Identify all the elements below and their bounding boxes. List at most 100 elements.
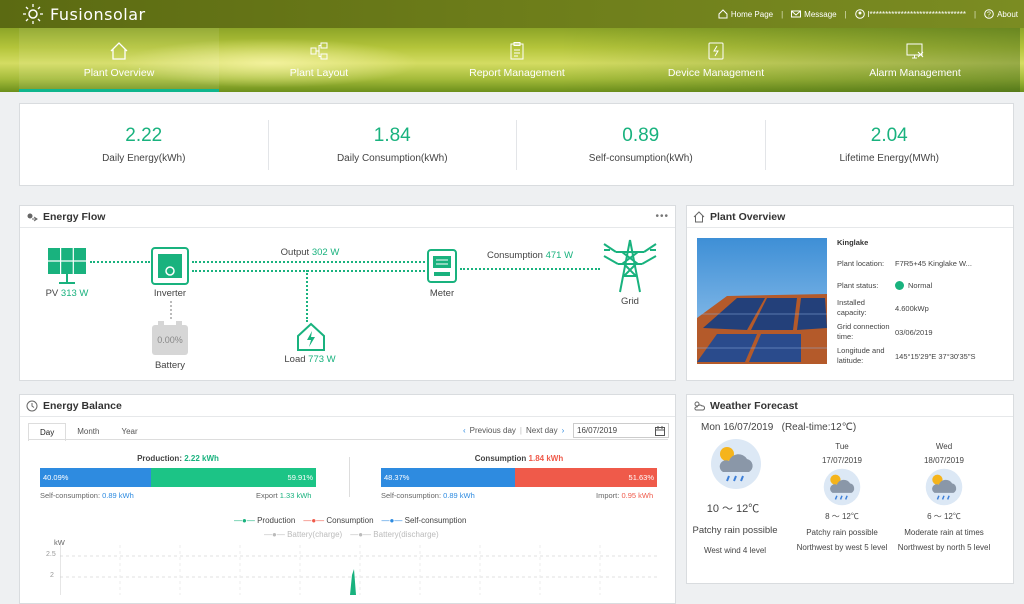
help-icon: ?: [984, 9, 994, 19]
divider: |: [974, 9, 977, 19]
pv-inverter-line: [90, 261, 150, 263]
meter-label: Meter: [429, 288, 455, 299]
svg-text:?: ?: [987, 12, 991, 19]
consumption-import-segment: 51.63%: [514, 468, 657, 487]
legend-battery-charge[interactable]: —●— Battery(charge): [264, 530, 342, 539]
date-nav: ‹ Previous day | Next day ›: [463, 426, 564, 435]
consumption-flow: Consumption 471 W: [486, 250, 574, 261]
plant-location: F7R5+45 Kinglake W...: [895, 259, 972, 268]
consumption-heading: Consumption 1.84 kWh: [474, 454, 564, 463]
next-day-button[interactable]: Next day: [526, 426, 558, 435]
today-wind: West wind 4 level: [703, 546, 767, 555]
grid-tower-icon: [603, 239, 657, 293]
home-icon: [110, 42, 128, 60]
message-link[interactable]: Message: [791, 9, 837, 19]
tab-alarm-management[interactable]: Alarm Management: [815, 28, 1015, 92]
kpi-daily-consumption: 1.84 Daily Consumption(kWh): [269, 119, 517, 170]
y-tick-2-5: 2.5: [46, 551, 56, 558]
forecast-day: Wed: [935, 442, 953, 451]
divider: |: [519, 426, 522, 435]
forecast-wind: Northwest by west 5 level: [796, 543, 888, 552]
y-tick-2: 2: [50, 572, 54, 579]
calendar-icon: [655, 426, 665, 436]
chart-legend: —●— Production —●— Consumption —●— Self-…: [234, 516, 466, 525]
more-options-icon[interactable]: •••: [655, 211, 669, 222]
legend-production[interactable]: —●— Production: [234, 516, 295, 525]
production-export-segment: 59.91%: [150, 468, 316, 487]
inverter-icon: [151, 247, 189, 285]
output-line-bottom: [192, 270, 425, 272]
legend-self-consumption[interactable]: —●— Self-consumption: [382, 516, 467, 525]
legend-marker: —●—: [234, 516, 255, 525]
previous-day-button[interactable]: Previous day: [470, 426, 516, 435]
legend-battery-discharge[interactable]: —●— Battery(discharge): [350, 530, 438, 539]
device-icon: [708, 42, 724, 60]
plant-overview-header: Plant Overview: [687, 206, 1013, 228]
production-bar: 40.09% 59.91%: [40, 468, 316, 487]
date-picker[interactable]: 16/07/2019: [573, 423, 669, 438]
plant-name: Kinglake: [837, 238, 869, 247]
chart-legend-battery: —●— Battery(charge) —●— Battery(discharg…: [264, 530, 439, 539]
user-menu[interactable]: l*******************************: [854, 9, 966, 19]
forecast-description: Moderate rain at times: [904, 528, 984, 537]
chevron-left-icon: ‹: [463, 426, 466, 435]
pv-node: PV 313 W: [45, 288, 89, 299]
weather-header: Weather Forecast: [687, 395, 1013, 417]
plant-status: Normal: [908, 281, 933, 290]
installed-capacity: 4.600kWp: [895, 303, 929, 313]
forecast-date: 18/07/2019: [923, 456, 965, 465]
kpi-panel: 2.22 Daily Energy(kWh) 1.84 Daily Consumpt…: [19, 103, 1014, 186]
tab-report-management[interactable]: Report Management: [417, 28, 617, 92]
home-page-link[interactable]: Home Page: [718, 9, 773, 19]
report-icon: [510, 42, 524, 60]
inverter-label: Inverter: [153, 288, 187, 299]
sun-logo-icon: [23, 4, 43, 24]
patchy-rain-icon: [711, 439, 761, 489]
legend-marker: —●—: [303, 516, 325, 525]
about-link[interactable]: ? About: [984, 9, 1018, 19]
logo[interactable]: Fusionsolar: [22, 3, 146, 25]
legend-marker: —●—: [350, 530, 372, 539]
clock-icon: [26, 400, 38, 411]
consumption-self-consumption: Self-consumption: 0.89 kWh: [381, 491, 475, 500]
longitude-latitude: 145°15'29"E 37°30'35"S: [895, 351, 976, 361]
battery-percentage: 0.00%: [157, 335, 183, 345]
tab-plant-overview[interactable]: Plant Overview: [19, 28, 219, 92]
plant-details: Kinglake Plant location: F7R5+45 Kinglake…: [837, 238, 1007, 366]
legend-consumption[interactable]: —●— Consumption: [303, 516, 373, 525]
today-description: Patchy rain possible: [692, 525, 778, 536]
energy-flow-panel: Energy Flow ••• PV 313 W Inverter 0.00% …: [19, 205, 676, 381]
alarm-icon: [906, 43, 924, 59]
forecast-description: Patchy rain possible: [806, 528, 878, 537]
tab-device-management[interactable]: Device Management: [616, 28, 816, 92]
forecast-temp: 8 ～ 12℃: [825, 512, 859, 521]
load-house-icon: [297, 322, 325, 351]
chevron-right-icon: ›: [561, 426, 565, 435]
weather-panel: Weather Forecast Mon 16/07/2019 (Real-ti…: [686, 394, 1014, 584]
kpi-lifetime-energy: 2.04 Lifetime Energy(MWh): [839, 125, 939, 164]
tab-plant-layout[interactable]: Plant Layout: [219, 28, 419, 92]
kpi-daily-energy: 2.22 Daily Energy(kWh): [20, 119, 269, 170]
output-flow: Output 302 W: [280, 247, 340, 258]
main-nav: Plant Overview Plant Layout Report Manag…: [0, 28, 1024, 92]
kpi-self-consumption: 0.89 Self-consumption(kWh): [517, 119, 766, 170]
forecast-tue: Tue 17/07/2019 8 ～ 12℃ Patchy rain possi…: [795, 442, 889, 552]
user-icon: [854, 9, 865, 19]
plant-photo[interactable]: [697, 238, 827, 364]
today-date: Mon 16/07/2019 (Real-time:12℃): [701, 422, 857, 433]
divider: |: [781, 9, 784, 19]
weather-icon: [694, 401, 705, 410]
forecast-temp: 6 ～ 12℃: [927, 512, 961, 521]
consumption-self-segment: 48.37%: [381, 468, 515, 487]
app-name: Fusionsolar: [50, 4, 146, 24]
production-self-consumption: Self-consumption: 0.89 kWh: [40, 491, 134, 500]
forecast-day: Tue: [835, 442, 849, 451]
mail-icon: [791, 10, 802, 18]
production-export: Export 1.33 kWh: [256, 491, 312, 500]
energy-flow-header: Energy Flow: [20, 206, 675, 228]
plant-overview-panel: Plant Overview Kinglake Plant location: F…: [686, 205, 1014, 381]
inverter-battery-line: [170, 301, 172, 319]
meter-icon: [427, 249, 457, 283]
production-self-segment: 40.09%: [40, 468, 151, 487]
moderate-rain-icon: [925, 468, 963, 506]
